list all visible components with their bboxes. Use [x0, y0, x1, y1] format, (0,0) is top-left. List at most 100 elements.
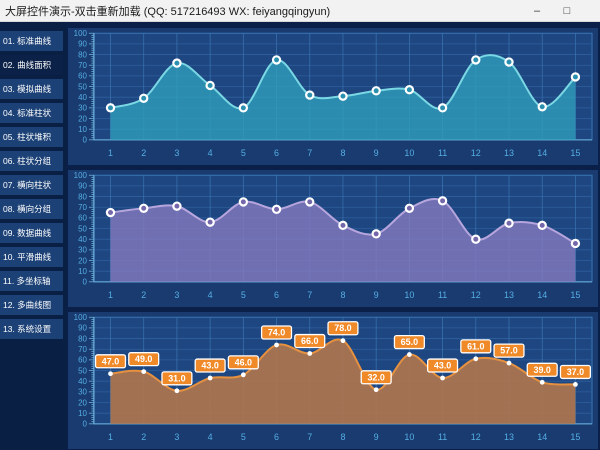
y-axis-label: 30 — [78, 246, 87, 255]
y-axis-label: 30 — [78, 388, 87, 397]
value-label: 49.0 — [135, 354, 152, 364]
x-axis-label: 8 — [340, 290, 345, 300]
value-label: 46.0 — [235, 357, 252, 367]
y-axis-label: 60 — [78, 356, 87, 365]
value-label: 43.0 — [201, 361, 218, 371]
x-axis-label: 11 — [438, 148, 447, 158]
y-axis-label: 90 — [78, 40, 87, 49]
x-axis-label: 5 — [241, 290, 246, 300]
y-axis-label: 90 — [78, 182, 87, 191]
y-axis-label: 0 — [82, 278, 87, 287]
y-axis-label: 70 — [78, 203, 87, 212]
y-axis-label: 0 — [82, 136, 87, 145]
titlebar[interactable]: 大屏控件演示-双击重新加载 (QQ: 517216493 WX: feiyang… — [0, 0, 600, 22]
minimize-icon[interactable]: – — [530, 4, 544, 18]
x-axis-label: 10 — [404, 148, 414, 158]
x-axis-label: 8 — [340, 148, 345, 158]
y-axis-label: 50 — [78, 224, 87, 233]
area-chart-orange-svg: 0102030405060708090100123456789101112131… — [68, 312, 598, 449]
x-axis-label: 15 — [570, 290, 580, 300]
x-axis-label: 15 — [570, 432, 580, 442]
x-axis-label: 2 — [141, 148, 146, 158]
value-label: 31.0 — [168, 373, 185, 383]
y-axis-label: 60 — [78, 214, 87, 223]
value-label: 65.0 — [401, 337, 418, 347]
x-axis-label: 2 — [141, 290, 146, 300]
x-axis-label: 4 — [208, 148, 213, 158]
x-axis-label: 2 — [141, 432, 146, 442]
value-label: 32.0 — [367, 372, 384, 382]
y-axis-label: 10 — [78, 409, 87, 418]
sidebar-item-12[interactable]: 12. 多曲线图 — [0, 295, 63, 315]
maximize-icon[interactable]: □ — [560, 4, 574, 18]
sidebar-item-10[interactable]: 10. 平滑曲线 — [0, 247, 63, 267]
y-axis-label: 40 — [78, 235, 87, 244]
y-axis-label: 70 — [78, 61, 87, 70]
sidebar-item-09[interactable]: 09. 数据曲线 — [0, 223, 63, 243]
sidebar-item-08[interactable]: 08. 横向分组 — [0, 199, 63, 219]
x-axis-label: 4 — [208, 290, 213, 300]
sidebar-item-04[interactable]: 04. 标准柱状 — [0, 103, 63, 123]
sidebar-item-11[interactable]: 11. 多坐标轴 — [0, 271, 63, 291]
chart-panel-2: 0102030405060708090100123456789101112131… — [68, 170, 598, 307]
x-axis-label: 4 — [208, 432, 213, 442]
x-axis-label: 10 — [404, 432, 414, 442]
x-axis-label: 10 — [404, 290, 414, 300]
x-axis-label: 11 — [438, 290, 447, 300]
x-axis-label: 6 — [274, 148, 279, 158]
sidebar-item-05[interactable]: 05. 柱状堆积 — [0, 127, 63, 147]
window-controls: – □ — [530, 4, 600, 18]
y-axis-label: 80 — [78, 192, 87, 201]
x-axis-label: 5 — [241, 148, 246, 158]
x-axis-label: 14 — [537, 148, 547, 158]
sidebar-item-03[interactable]: 03. 模拟曲线 — [0, 79, 63, 99]
window-title: 大屏控件演示-双击重新加载 (QQ: 517216493 WX: feiyang… — [0, 3, 330, 19]
x-axis-label: 7 — [307, 148, 312, 158]
x-axis-label: 9 — [374, 290, 379, 300]
y-axis-label: 40 — [78, 377, 87, 386]
x-axis-label: 9 — [374, 148, 379, 158]
y-axis-label: 20 — [78, 114, 87, 123]
sidebar-item-01[interactable]: 01. 标准曲线 — [0, 31, 63, 51]
y-axis-label: 80 — [78, 50, 87, 59]
x-axis-label: 3 — [174, 290, 179, 300]
y-axis-label: 100 — [74, 171, 88, 180]
x-axis-label: 1 — [108, 148, 113, 158]
y-axis-label: 50 — [78, 82, 87, 91]
x-axis-label: 12 — [471, 432, 481, 442]
x-axis-label: 14 — [537, 432, 547, 442]
main-content: 01. 标准曲线 02. 曲线面积 03. 模拟曲线 04. 标准柱状 05. 柱状堆积… — [0, 22, 600, 450]
y-axis-label: 70 — [78, 345, 87, 354]
x-axis-label: 13 — [504, 290, 514, 300]
y-axis-label: 100 — [74, 313, 88, 322]
y-axis-label: 90 — [78, 324, 87, 333]
sidebar-item-02[interactable]: 02. 曲线面积 — [0, 55, 63, 75]
x-axis-label: 11 — [438, 432, 447, 442]
y-axis-label: 60 — [78, 72, 87, 81]
x-axis-label: 3 — [174, 148, 179, 158]
sidebar-item-13[interactable]: 13. 系统设置 — [0, 319, 63, 339]
value-label: 61.0 — [467, 341, 484, 351]
sidebar-item-06[interactable]: 06. 柱状分组 — [0, 151, 63, 171]
area-chart-teal-svg: 0102030405060708090100123456789101112131… — [68, 28, 598, 165]
x-axis-label: 8 — [340, 432, 345, 442]
sidebar-item-07[interactable]: 07. 横向柱状 — [0, 175, 63, 195]
x-axis-label: 3 — [174, 432, 179, 442]
x-axis-label: 1 — [108, 290, 113, 300]
x-axis-label: 12 — [471, 148, 481, 158]
value-label: 37.0 — [567, 367, 584, 377]
value-label: 57.0 — [500, 346, 517, 356]
y-axis-label: 50 — [78, 366, 87, 375]
x-axis-label: 7 — [307, 290, 312, 300]
sidebar: 01. 标准曲线 02. 曲线面积 03. 模拟曲线 04. 标准柱状 05. 柱状堆积… — [0, 22, 66, 450]
x-axis-label: 6 — [274, 432, 279, 442]
value-label: 39.0 — [533, 365, 550, 375]
x-axis-label: 12 — [471, 290, 481, 300]
y-axis-label: 80 — [78, 334, 87, 343]
x-axis-label: 1 — [108, 432, 113, 442]
value-label: 74.0 — [268, 327, 285, 337]
x-axis-label: 6 — [274, 290, 279, 300]
app-window: 大屏控件演示-双击重新加载 (QQ: 517216493 WX: feiyang… — [0, 0, 600, 450]
area-chart-purple-svg: 0102030405060708090100123456789101112131… — [68, 170, 598, 307]
value-label: 66.0 — [301, 336, 318, 346]
